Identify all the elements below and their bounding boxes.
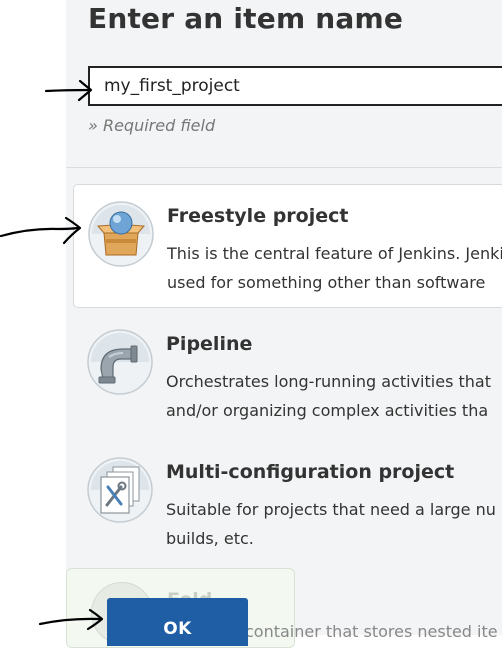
item-description: Suitable for projects that need a large … [166,495,502,553]
item-description: container that stores nested ite [245,622,498,641]
item-type-multi-configuration-project[interactable]: Multi-configuration project Suitable for… [73,441,502,565]
item-description-line: used for something other than software [167,273,486,292]
item-title: Pipeline [166,333,253,355]
item-name-input[interactable] [88,66,502,106]
multi-configuration-icon [87,457,153,523]
item-description-line: Orchestrates long-running activities tha… [166,372,491,391]
item-description: Orchestrates long-running activities tha… [166,367,502,425]
item-title: Multi-configuration project [166,461,455,483]
annotation-arrow-icon [0,216,82,245]
pipeline-icon [87,329,153,395]
item-description: This is the central feature of Jenkins. … [167,239,502,297]
item-type-freestyle-project[interactable]: Freestyle project This is the central fe… [73,184,502,308]
item-description-line: Suitable for projects that need a large … [166,500,496,519]
freestyle-project-icon [88,201,154,267]
item-description-line: and/or organizing complex activities tha [166,401,489,420]
item-description-line: builds, etc. [166,529,254,548]
annotation-arrow-icon [38,608,104,631]
item-title: Freestyle project [167,205,349,227]
item-type-pipeline[interactable]: Pipeline Orchestrates long-running activ… [73,313,502,437]
annotation-arrow-icon [44,79,93,102]
required-field-hint: » Required field [88,116,216,135]
page-title: Enter an item name [88,2,404,35]
item-description-line: This is the central feature of Jenkins. … [167,244,502,263]
ok-button[interactable]: OK [107,598,248,646]
